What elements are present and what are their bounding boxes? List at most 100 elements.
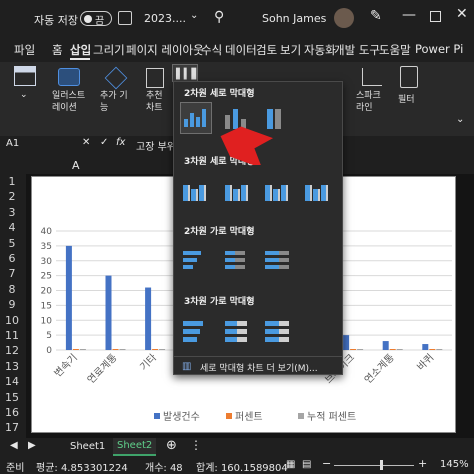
username[interactable]: Sohn James <box>262 12 326 25</box>
row-header-8[interactable]: 8 <box>0 283 24 296</box>
zoom-in-icon[interactable]: + <box>418 457 427 470</box>
row-header-14[interactable]: 14 <box>0 375 24 388</box>
chevron-down-icon[interactable]: ⌄ <box>456 114 464 125</box>
chevron-down-icon[interactable]: ⌄ <box>20 90 28 100</box>
cancel-icon[interactable]: ✕ <box>82 137 90 148</box>
autosave-toggle[interactable]: 끔 <box>80 11 112 27</box>
tab-developer[interactable]: 개발 도구 <box>334 42 380 58</box>
tab-help[interactable]: 도움말 <box>379 42 411 58</box>
tab-file[interactable]: 파일 <box>14 42 35 58</box>
tab-data[interactable]: 데이터 <box>225 42 257 58</box>
y-tick-label: 30 <box>41 257 53 267</box>
3d-clustered-bar-option[interactable] <box>180 314 212 346</box>
close-icon[interactable]: ✕ <box>456 6 468 22</box>
search-icon[interactable]: ⚲ <box>214 9 224 25</box>
bar-누적 퍼센트 <box>159 349 166 350</box>
legend-swatch <box>298 413 304 419</box>
row-header-2[interactable]: 2 <box>0 190 24 203</box>
tab-view[interactable]: 보기 <box>280 42 301 58</box>
row-header-5[interactable]: 5 <box>0 237 24 250</box>
status-average: 평균: 4.853301224 <box>36 463 128 474</box>
stacked-100-bar-option[interactable] <box>262 244 294 276</box>
page-layout-icon[interactable]: ▤ <box>302 459 311 470</box>
table-icon[interactable] <box>14 66 36 86</box>
row-header-9[interactable]: 9 <box>0 298 24 311</box>
addins-icon[interactable] <box>104 66 128 90</box>
tab-formulas[interactable]: 수식 <box>201 42 222 58</box>
3d-column-option[interactable] <box>302 174 334 206</box>
add-sheet-icon[interactable]: ⊕ <box>166 438 177 453</box>
bar-누적 퍼센트 <box>396 349 403 350</box>
y-tick-label: 0 <box>46 346 52 356</box>
save-icon[interactable] <box>118 11 132 25</box>
zoom-out-icon[interactable]: − <box>322 457 331 470</box>
stacked-bar-option[interactable] <box>222 244 254 276</box>
enter-icon[interactable]: ✓ <box>100 137 108 148</box>
zoom-thumb[interactable] <box>380 460 383 470</box>
tab-page-layout[interactable]: 페이지 레이아웃 <box>126 42 204 58</box>
chevron-down-icon[interactable]: ⌄ <box>190 10 198 21</box>
3d-stacked-bar-option[interactable] <box>222 314 254 346</box>
bar-누적 퍼센트 <box>119 349 126 350</box>
row-header-6[interactable]: 6 <box>0 252 24 265</box>
row-header-16[interactable]: 16 <box>0 406 24 419</box>
tab-insert[interactable]: 삽입 <box>70 42 91 58</box>
row-header-13[interactable]: 13 <box>0 360 24 373</box>
3d-clustered-column-option[interactable] <box>180 174 212 206</box>
3d-stacked-column-option[interactable] <box>222 174 254 206</box>
row-header-7[interactable]: 7 <box>0 267 24 280</box>
y-tick-label: 40 <box>41 227 53 237</box>
pen-icon[interactable]: ✎ <box>370 8 382 24</box>
row-header-17[interactable]: 17 <box>0 421 24 434</box>
tab-automate[interactable]: 자동화 <box>304 42 336 58</box>
clustered-bar-option[interactable] <box>180 244 212 276</box>
zoom-level[interactable]: 145% <box>440 459 469 470</box>
tab-review[interactable]: 검토 <box>256 42 277 58</box>
recommended-charts-label[interactable]: 추천 차트 <box>146 90 163 114</box>
illustrations-label[interactable]: 일러스트 레이션 <box>52 90 85 114</box>
filter-label[interactable]: 필터 <box>398 92 415 105</box>
sheet-tab-sheet1[interactable]: Sheet1 <box>70 441 105 452</box>
row-header-15[interactable]: 15 <box>0 391 24 404</box>
more-charts-icon: ▥ <box>182 361 192 372</box>
line-chart-icon[interactable] <box>362 68 382 86</box>
filter-icon[interactable] <box>400 66 418 88</box>
restore-icon[interactable] <box>430 11 441 22</box>
name-box[interactable]: A1 <box>6 138 19 149</box>
clustered-column-option[interactable] <box>180 102 212 134</box>
formula-input[interactable]: 고장 부위 <box>136 138 176 153</box>
normal-view-icon[interactable]: ▦ <box>286 459 295 470</box>
next-sheet-icon[interactable]: ▶ <box>28 440 36 451</box>
minimize-icon[interactable]: — <box>402 7 416 23</box>
row-header-1[interactable]: 1 <box>0 175 24 188</box>
prev-sheet-icon[interactable]: ◀ <box>10 440 18 451</box>
tab-draw[interactable]: 그리기 <box>93 42 125 58</box>
recommended-chart-icon[interactable] <box>146 68 164 88</box>
row-header-12[interactable]: 12 <box>0 344 24 357</box>
row-header-4[interactable]: 4 <box>0 221 24 234</box>
zoom-slider[interactable] <box>334 465 414 466</box>
autosave-state: 끔 <box>95 16 105 27</box>
avatar[interactable] <box>334 8 354 28</box>
more-icon[interactable]: ⋮ <box>190 438 202 452</box>
shapes-icon[interactable] <box>58 68 80 86</box>
row-header-10[interactable]: 10 <box>0 314 24 327</box>
filename[interactable]: 2023.... <box>144 12 186 25</box>
row-header-11[interactable]: 11 <box>0 329 24 342</box>
3d-stacked-100-bar-option[interactable] <box>262 314 294 346</box>
more-column-charts-link[interactable]: 세로 막대형 차트 더 보기(M)... <box>200 361 318 374</box>
legend-label: 누적 퍼센트 <box>307 411 356 423</box>
bar-발생건수 <box>422 344 429 350</box>
y-tick-label: 25 <box>41 272 52 282</box>
row-header-3[interactable]: 3 <box>0 206 24 219</box>
tab-home[interactable]: 홈 <box>52 42 63 58</box>
bar-누적 퍼센트 <box>436 349 443 350</box>
bar-퍼센트 <box>152 349 159 350</box>
column-header-a[interactable]: A <box>72 159 80 172</box>
fx-label[interactable]: fx <box>116 137 125 148</box>
sparklines-label[interactable]: 스파크 라인 <box>356 90 381 114</box>
sheet-tab-sheet2[interactable]: Sheet2 <box>113 438 157 456</box>
3d-stacked-100-column-option[interactable] <box>262 174 294 206</box>
addins-label[interactable]: 추가 기 능 <box>100 90 128 114</box>
tab-power-pivot[interactable]: Power Pi <box>415 42 463 56</box>
